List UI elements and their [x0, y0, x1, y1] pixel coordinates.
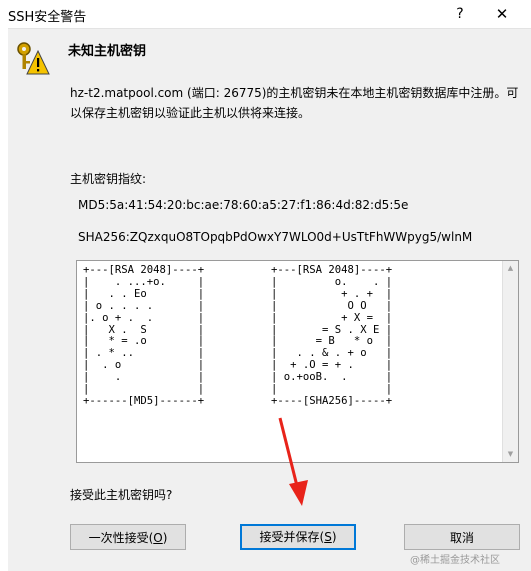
cancel-button[interactable]: 取消	[404, 524, 520, 550]
scroll-down-arrow-icon[interactable]: ▼	[503, 447, 518, 462]
accept-save-suffix: )	[331, 530, 337, 544]
accept-once-accesskey: O	[153, 531, 163, 545]
sha256-fingerprint: SHA256:ZQzxquO8TOpqbPdOwxY7WLO0d+UsTtFhW…	[78, 230, 473, 244]
md5-fingerprint: MD5:5a:41:54:20:bc:ae:78:60:a5:27:f1:86:…	[78, 198, 409, 212]
accept-question: 接受此主机密钥吗?	[70, 488, 173, 502]
window-title: SSH安全警告	[8, 10, 87, 25]
fingerprint-label: 主机密钥指纹:	[70, 172, 147, 186]
annotation-arrow	[278, 417, 308, 506]
vertical-scrollbar[interactable]: ▲ ▼	[502, 261, 518, 462]
ssh-security-alert-dialog: SSH安全警告 ? ✕ 未知主机密钥 hz-t2.matpool.com (端口…	[8, 0, 531, 571]
md5-randomart: +---[RSA 2048]----+ | . ...+o. | | . . E…	[83, 264, 205, 407]
accept-save-label: 接受并保存(	[259, 530, 325, 544]
watermark: @稀土掘金技术社区	[410, 555, 500, 566]
title-bar: SSH安全警告 ? ✕	[8, 0, 531, 29]
sha256-randomart: +---[RSA 2048]----+ | o. . | | + . + | |…	[271, 264, 393, 407]
accept-once-button[interactable]: 一次性接受(O)	[70, 524, 186, 550]
accept-and-save-button[interactable]: 接受并保存(S)	[240, 524, 356, 550]
close-button[interactable]: ✕	[482, 2, 522, 26]
scroll-up-arrow-icon[interactable]: ▲	[503, 261, 518, 276]
accept-save-accesskey: S	[324, 530, 332, 544]
host-key-message: hz-t2.matpool.com (端口: 26775)的主机密钥未在本地主机…	[70, 86, 519, 120]
accept-once-suffix: )	[162, 531, 168, 545]
accept-once-label: 一次性接受(	[88, 531, 154, 545]
security-warning-icon	[17, 42, 50, 75]
help-button[interactable]: ?	[444, 2, 476, 26]
dialog-heading: 未知主机密钥	[68, 44, 147, 59]
